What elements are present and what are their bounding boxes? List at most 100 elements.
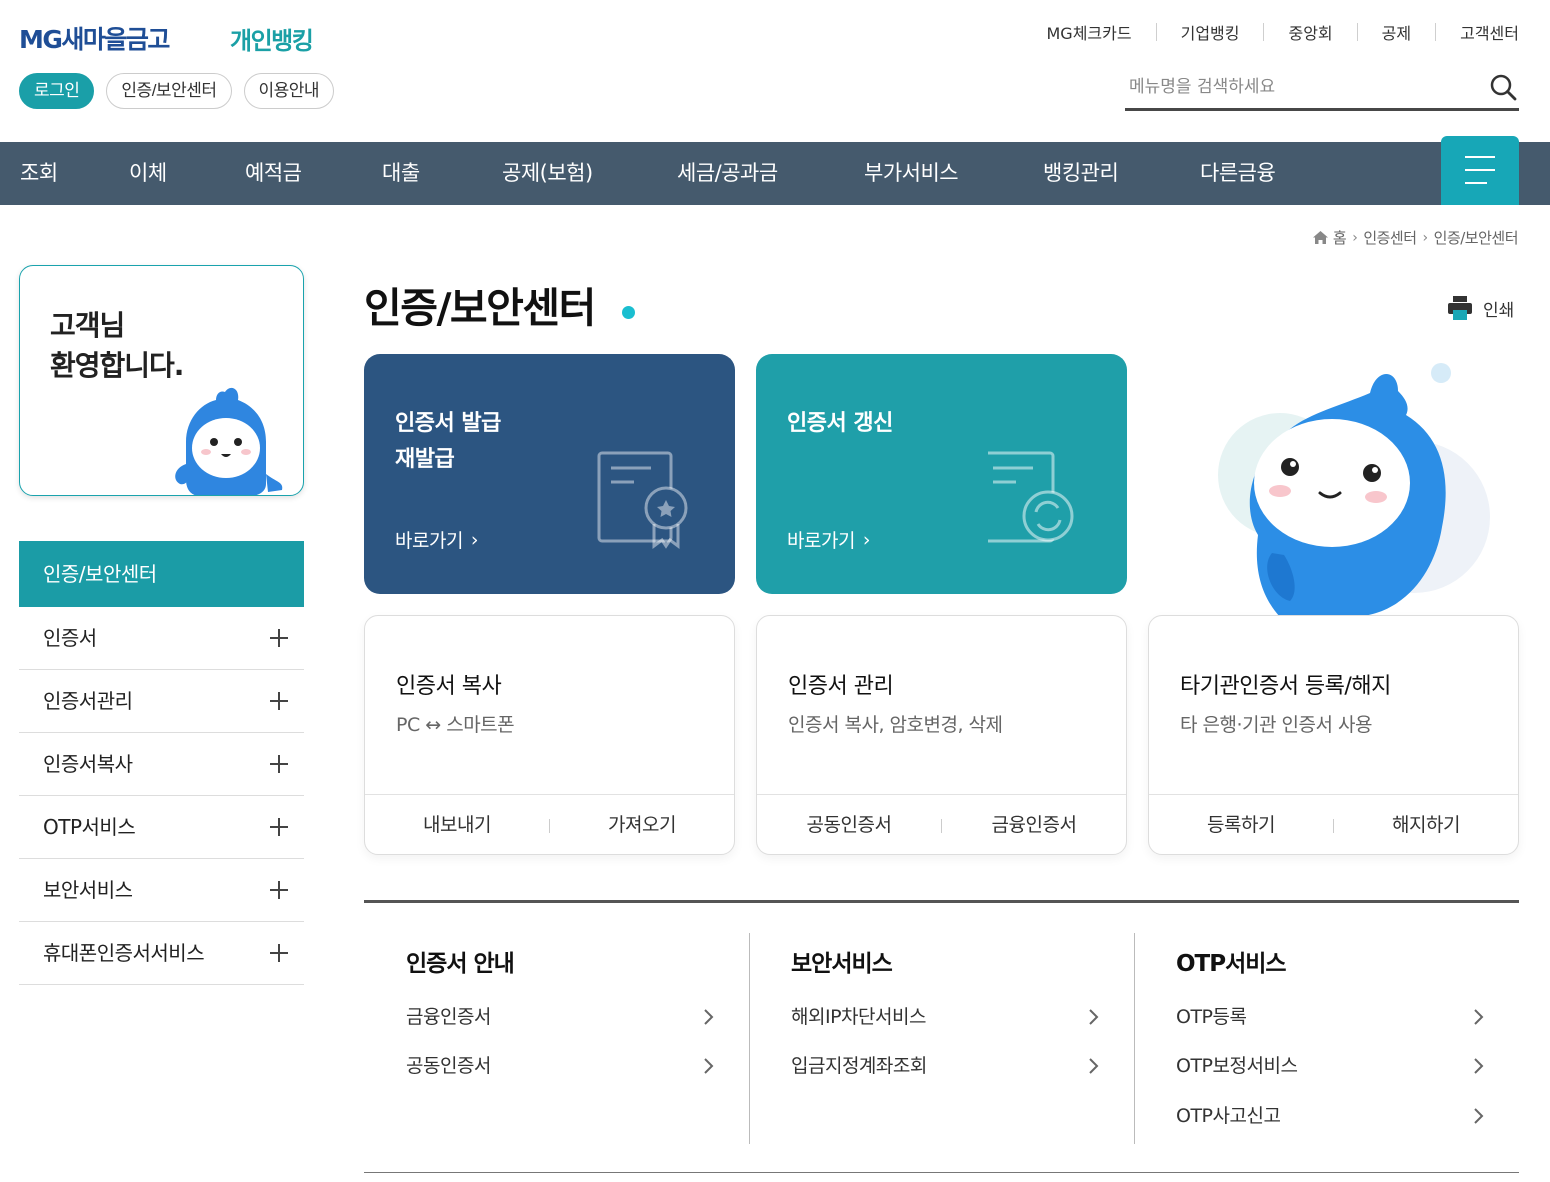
sidebar-item-security-service[interactable]: 보안서비스 <box>19 859 304 922</box>
cert-issue-card[interactable]: 인증서 발급 재발급 바로가기 › <box>364 354 735 594</box>
gnb-item-extra-services[interactable]: 부가서비스 <box>864 142 959 205</box>
cert-management-card: 인증서 관리 인증서 복사, 암호변경, 삭제 공동인증서 금융인증서 <box>756 615 1127 855</box>
login-button[interactable]: 로그인 <box>19 73 95 109</box>
top-link-customer-center[interactable]: 고객센터 <box>1460 20 1519 44</box>
joint-cert-button[interactable]: 공동인증서 <box>757 795 941 856</box>
printer-icon <box>1448 296 1472 320</box>
logo[interactable]: MG새마을금고 <box>19 20 170 56</box>
gnb-item-inquiry[interactable]: 조회 <box>20 142 58 205</box>
cert-renewal-card[interactable]: 인증서 갱신 바로가기 › <box>756 354 1127 594</box>
card-title-line-1: 인증서 발급 <box>395 411 501 436</box>
chevron-right-icon <box>704 1009 714 1025</box>
feature-subtitle: 인증서 복사, 암호변경, 삭제 <box>788 714 1003 736</box>
sidebar-item-cert-copy[interactable]: 인증서복사 <box>19 733 304 796</box>
cancel-registration-button[interactable]: 해지하기 <box>1334 795 1518 856</box>
welcome-card: 고객님 환영합니다. <box>19 265 304 496</box>
feature-actions: 내보내기 가져오기 <box>365 794 734 855</box>
sidebar-item-cert-management[interactable]: 인증서관리 <box>19 670 304 733</box>
shortcut-link[interactable]: 바로가기 › <box>787 526 871 553</box>
plus-icon[interactable] <box>270 755 288 773</box>
top-link-check-card[interactable]: MG체크카드 <box>1047 20 1132 44</box>
gnb-item-other-finance[interactable]: 다른금융 <box>1200 142 1276 205</box>
gnb-item-insurance[interactable]: 공제(보험) <box>502 142 593 205</box>
top-link-insurance[interactable]: 공제 <box>1382 20 1411 44</box>
section-title-otp-service: OTP서비스 <box>1176 951 1287 977</box>
welcome-message: 고객님 환영합니다. <box>50 306 184 386</box>
gnb-item-deposits[interactable]: 예적금 <box>245 142 302 205</box>
link-financial-cert[interactable]: 금융인증서 <box>406 1002 716 1032</box>
chevron-right-icon: › <box>1422 229 1429 246</box>
link-overseas-ip-block[interactable]: 해외IP차단서비스 <box>791 1002 1101 1032</box>
home-icon[interactable] <box>1312 230 1329 245</box>
feature-subtitle: 타 은행·기관 인증서 사용 <box>1180 714 1372 736</box>
link-label: 공동인증서 <box>406 1055 491 1077</box>
service-title[interactable]: 개인뱅킹 <box>230 21 314 56</box>
gnb-item-loans[interactable]: 대출 <box>382 142 420 205</box>
link-label: OTP보정서비스 <box>1176 1055 1298 1077</box>
gnb-item-taxes[interactable]: 세금/공과금 <box>677 142 778 205</box>
divider <box>1134 933 1135 1144</box>
link-label: 해외IP차단서비스 <box>791 1006 926 1028</box>
sidebar-item-otp-service[interactable]: OTP서비스 <box>19 796 304 859</box>
top-link-corporate-banking[interactable]: 기업뱅킹 <box>1181 20 1240 44</box>
plus-icon[interactable] <box>270 629 288 647</box>
sidebar-item-certificate[interactable]: 인증서 <box>19 607 304 670</box>
gnb-item-transfer[interactable]: 이체 <box>129 142 167 205</box>
import-button[interactable]: 가져오기 <box>550 795 734 856</box>
plus-icon[interactable] <box>270 692 288 710</box>
title-dot <box>622 306 635 319</box>
sidebar-item-mobile-cert-service[interactable]: 휴대폰인증서서비스 <box>19 922 304 985</box>
other-institution-cert-card: 타기관인증서 등록/해지 타 은행·기관 인증서 사용 등록하기 해지하기 <box>1148 615 1519 855</box>
guide-button[interactable]: 이용안내 <box>243 73 335 109</box>
breadcrumb-cert-center[interactable]: 인증센터 <box>1363 227 1417 248</box>
link-otp-correction[interactable]: OTP보정서비스 <box>1176 1051 1486 1081</box>
link-otp-incident-report[interactable]: OTP사고신고 <box>1176 1101 1486 1131</box>
link-label: OTP사고신고 <box>1176 1105 1281 1127</box>
breadcrumb-current: 인증/보안센터 <box>1433 229 1519 247</box>
shortcut-link[interactable]: 바로가기 › <box>395 526 479 553</box>
gnb-item-banking-management[interactable]: 뱅킹관리 <box>1043 142 1119 205</box>
chevron-right-icon <box>1474 1108 1484 1124</box>
security-center-button[interactable]: 인증/보안센터 <box>106 73 232 109</box>
financial-cert-button[interactable]: 금융인증서 <box>942 795 1126 856</box>
plus-icon[interactable] <box>270 818 288 836</box>
link-label: 입금지정계좌조회 <box>791 1055 927 1077</box>
link-label: OTP등록 <box>1176 1006 1247 1028</box>
divider <box>1155 23 1157 41</box>
link-label: 금융인증서 <box>406 1006 491 1028</box>
cert-issue-title: 인증서 발급 재발급 <box>395 406 501 478</box>
mascot-illustration <box>1218 363 1490 617</box>
card-title-line-1: 인증서 갱신 <box>787 411 893 436</box>
print-button[interactable]: 인쇄 <box>1447 295 1514 321</box>
sidebar-item-label: 인증서복사 <box>43 752 133 776</box>
welcome-line-2: 환영합니다. <box>50 349 184 382</box>
link-designated-account-inquiry[interactable]: 입금지정계좌조회 <box>791 1051 1101 1081</box>
breadcrumb: 홈 › 인증센터 › 인증/보안센터 <box>1312 227 1519 248</box>
divider <box>1263 23 1265 41</box>
export-button[interactable]: 내보내기 <box>365 795 549 856</box>
feature-subtitle: PC ↔ 스마트폰 <box>396 714 515 736</box>
feature-actions: 등록하기 해지하기 <box>1149 794 1518 855</box>
shortcut-label: 바로가기 <box>787 530 855 552</box>
section-divider-bottom <box>364 1172 1519 1173</box>
side-menu-title[interactable]: 인증/보안센터 <box>19 541 304 607</box>
top-link-central-association[interactable]: 중앙회 <box>1288 20 1332 44</box>
search-bar <box>1125 68 1519 111</box>
feature-title: 인증서 복사 <box>396 674 502 699</box>
global-nav: 조회 이체 예적금 대출 공제(보험) 세금/공과금 부가서비스 뱅킹관리 다른… <box>0 136 1550 205</box>
print-label: 인쇄 <box>1483 300 1515 321</box>
plus-icon[interactable] <box>270 881 288 899</box>
search-input[interactable] <box>1125 68 1465 106</box>
quick-pills: 로그인 인증/보안센터 이용안내 <box>19 73 335 109</box>
search-icon[interactable] <box>1489 73 1517 101</box>
link-otp-register[interactable]: OTP등록 <box>1176 1002 1486 1032</box>
breadcrumb-home[interactable]: 홈 <box>1333 227 1347 248</box>
all-menu-button[interactable] <box>1441 136 1519 205</box>
plus-icon[interactable] <box>270 944 288 962</box>
register-button[interactable]: 등록하기 <box>1149 795 1333 856</box>
sidebar-item-label: 인증서 <box>43 626 97 650</box>
link-joint-cert[interactable]: 공동인증서 <box>406 1051 716 1081</box>
top-links: MG체크카드 기업뱅킹 중앙회 공제 고객센터 <box>1047 20 1519 44</box>
chevron-right-icon <box>1474 1058 1484 1074</box>
certificate-renew-icon <box>988 451 1074 543</box>
